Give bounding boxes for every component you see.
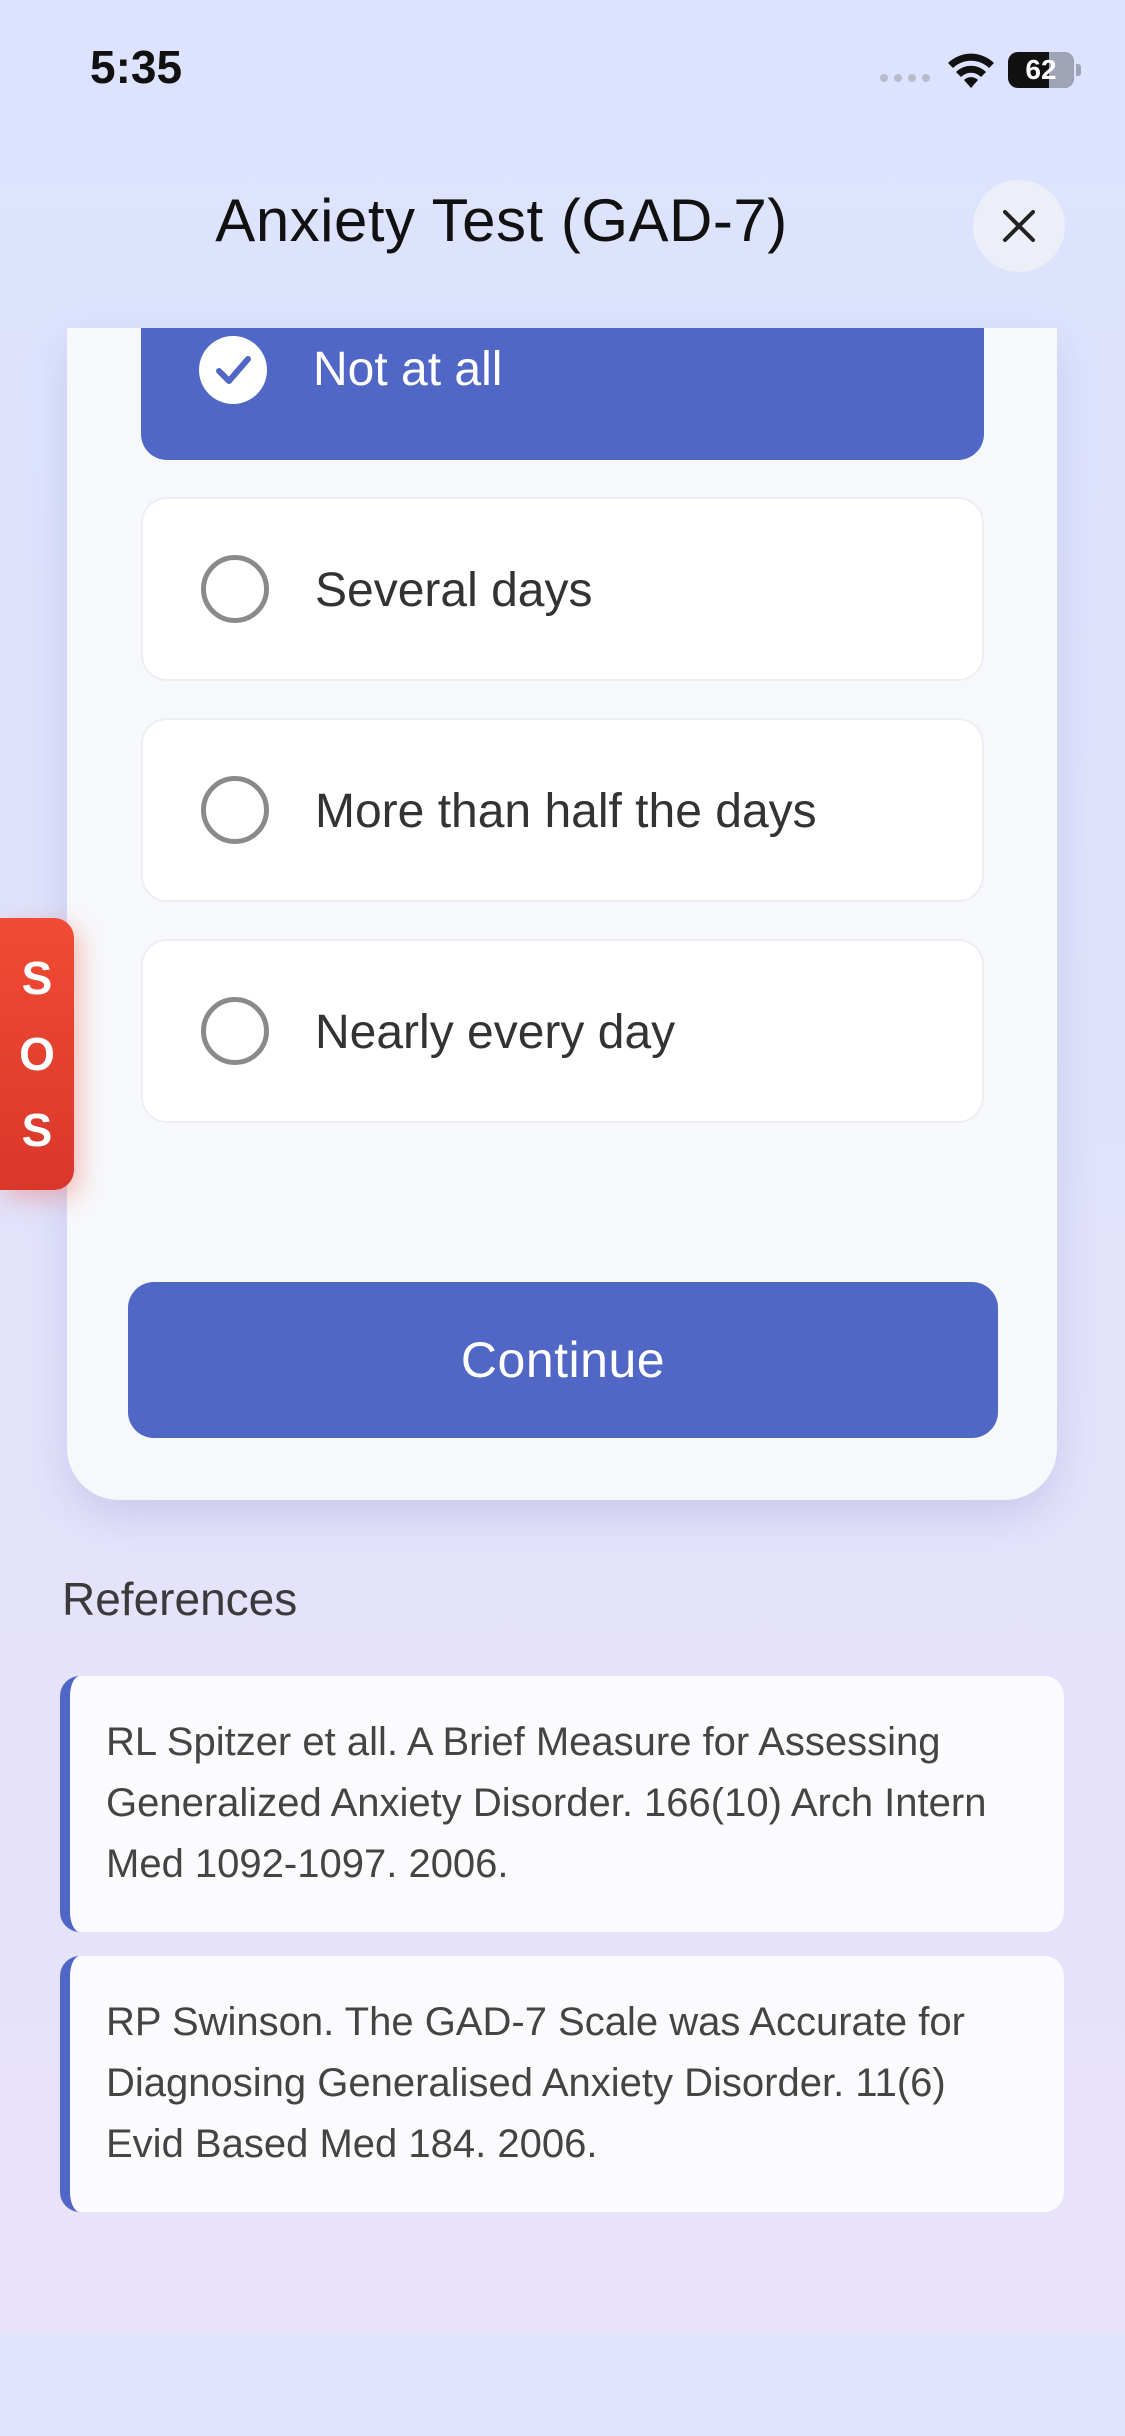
close-icon — [1003, 210, 1035, 242]
option-label: More than half the days — [315, 785, 817, 838]
sos-letter: S — [21, 952, 53, 1004]
page-title: Anxiety Test (GAD-7) — [215, 187, 788, 254]
status-time: 5:35 — [90, 41, 183, 93]
sos-letter: O — [19, 1028, 55, 1080]
reference-item: RL Spitzer et all. A Brief Measure for A… — [60, 1676, 1064, 1932]
question-card: Not at all Several days More than half t… — [67, 328, 1057, 1500]
battery-icon: 62 — [1008, 52, 1081, 88]
option-not-at-all[interactable]: Not at all — [141, 328, 984, 460]
battery-level: 62 — [1025, 54, 1057, 85]
option-label: Not at all — [313, 343, 503, 396]
sos-letter: S — [21, 1104, 53, 1156]
wifi-icon — [948, 53, 994, 88]
checkmark-icon — [216, 356, 251, 384]
radio-icon — [201, 555, 269, 623]
radio-icon — [201, 776, 269, 844]
status-bar: 5:35 62 — [0, 0, 1125, 140]
option-more-than-half[interactable]: More than half the days — [141, 718, 984, 902]
radio-checked-icon — [199, 336, 267, 404]
option-label: Several days — [315, 564, 593, 617]
option-several-days[interactable]: Several days — [141, 497, 984, 681]
cellular-signal-icon — [880, 74, 930, 82]
references-heading: References — [62, 1573, 298, 1625]
reference-item: RP Swinson. The GAD-7 Scale was Accurate… — [60, 1956, 1064, 2212]
sos-button[interactable]: S O S — [0, 918, 74, 1190]
radio-icon — [201, 997, 269, 1065]
close-button[interactable] — [973, 180, 1065, 272]
option-nearly-every-day[interactable]: Nearly every day — [141, 939, 984, 1123]
continue-button[interactable]: Continue — [128, 1282, 998, 1438]
bottom-bar — [0, 2334, 1125, 2436]
option-label: Nearly every day — [315, 1006, 676, 1059]
